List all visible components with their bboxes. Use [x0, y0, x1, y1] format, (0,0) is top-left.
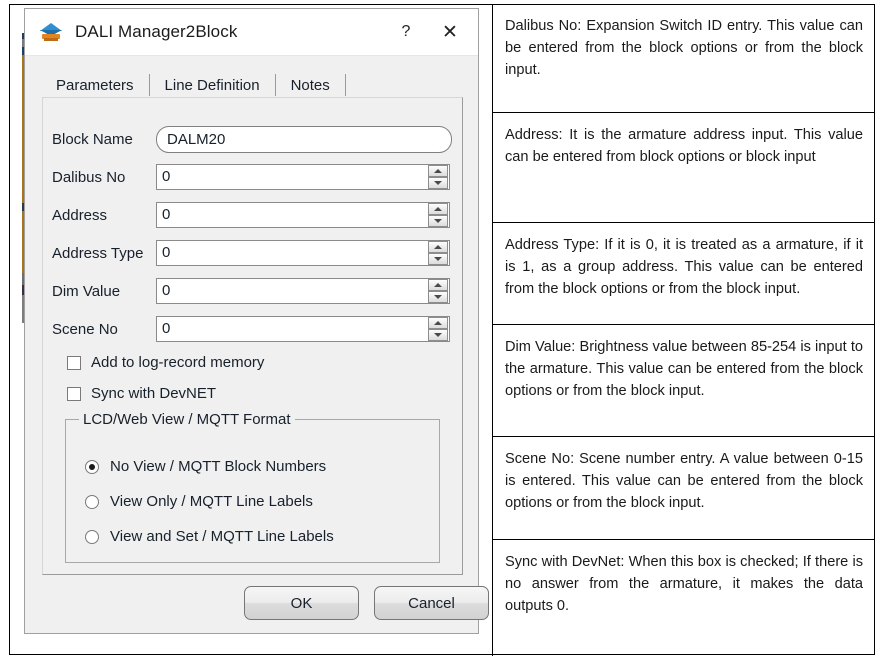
scene-no-value: 0 — [162, 320, 171, 337]
checkbox-sync-with-devnet[interactable] — [67, 386, 81, 401]
tab-notes[interactable]: Notes — [277, 75, 344, 97]
radio-view-only-mqtt-line-labels[interactable] — [85, 494, 99, 509]
checkbox-label-sync-devnet: Sync with DevNET — [91, 385, 217, 402]
block-cube-icon — [39, 21, 63, 43]
tab-line-definition[interactable]: Line Definition — [151, 75, 274, 97]
radio-label-view-and-set: View and Set / MQTT Line Labels — [110, 528, 334, 545]
radio-label-view-only: View Only / MQTT Line Labels — [110, 493, 313, 510]
stepper-down-icon[interactable] — [428, 177, 448, 189]
doc-cell-sync-devnet: Sync with DevNet: When this box is check… — [505, 554, 863, 615]
dalibus-no-value: 0 — [162, 168, 171, 185]
stepper-down-icon[interactable] — [428, 215, 448, 227]
radio-label-no-view: No View / MQTT Block Numbers — [110, 458, 327, 475]
doc-cell-dim-value: Dim Value: Brightness value between 85-2… — [493, 325, 875, 437]
stepper-down-icon[interactable] — [428, 291, 448, 303]
ok-button[interactable]: OK — [244, 586, 359, 620]
address-type-value: 0 — [162, 244, 171, 261]
checkbox-label-log-record: Add to log-record memory — [91, 354, 265, 371]
dim-value-stepper[interactable]: 0 — [156, 278, 450, 304]
field-row-address-type: Address Type 0 — [52, 234, 477, 272]
dim-value-stepper-buttons[interactable] — [428, 279, 448, 303]
radio-view-and-set-mqtt-line-labels[interactable] — [85, 529, 99, 544]
radio-row-no-view[interactable]: No View / MQTT Block Numbers — [85, 449, 425, 484]
field-row-address: Address 0 — [52, 196, 477, 234]
radio-no-view-mqtt-block-numbers[interactable] — [85, 459, 99, 474]
doc-cell-address: Address: It is the armature address inpu… — [493, 113, 875, 223]
address-stepper[interactable]: 0 — [156, 202, 450, 228]
doc-cell-dalibus-no: Dalibus No: Expansion Switch ID entry. T… — [493, 4, 875, 113]
dalibus-no-label: Dalibus No — [52, 168, 126, 186]
tab-separator — [148, 74, 150, 96]
dali-manager2block-dialog: DALI Manager2Block ? ✕ Parameters Line D… — [24, 8, 489, 634]
doc-cell-scene-no: Scene No: Scene number entry. A value be… — [493, 437, 875, 540]
stepper-down-icon[interactable] — [428, 253, 448, 265]
documentation-panel: Dalibus No: Expansion Switch ID entry. T… — [493, 4, 875, 655]
block-name-input[interactable]: DALM20 — [156, 125, 452, 153]
field-row-scene-no: Scene No 0 — [52, 310, 477, 348]
radio-row-view-only[interactable]: View Only / MQTT Line Labels — [85, 484, 425, 519]
close-icon[interactable]: ✕ — [428, 17, 472, 47]
dim-value-label: Dim Value — [52, 282, 121, 300]
scene-no-stepper[interactable]: 0 — [156, 316, 450, 342]
dialog-titlebar: DALI Manager2Block ? ✕ — [25, 9, 478, 56]
dialog-title: DALI Manager2Block — [75, 22, 238, 41]
tab-separator — [344, 74, 346, 96]
field-row-dalibus-no: Dalibus No 0 — [52, 158, 477, 196]
tab-separator — [274, 74, 276, 96]
view-format-radio-group: No View / MQTT Block Numbers View Only /… — [85, 449, 425, 554]
stepper-down-icon[interactable] — [428, 329, 448, 341]
stepper-up-icon[interactable] — [428, 279, 448, 291]
parameters-form: Block Name DALM20 Dalibus No 0 Address 0… — [52, 120, 477, 348]
address-type-stepper-buttons[interactable] — [428, 241, 448, 265]
radio-row-view-and-set[interactable]: View and Set / MQTT Line Labels — [85, 519, 425, 554]
checkbox-row-log-record[interactable]: Add to log-record memory — [67, 347, 447, 378]
block-name-label: Block Name — [52, 130, 133, 148]
dim-value-value: 0 — [162, 282, 171, 299]
address-type-label: Address Type — [52, 244, 144, 262]
stepper-up-icon[interactable] — [428, 203, 448, 215]
address-type-stepper[interactable]: 0 — [156, 240, 450, 266]
scene-no-stepper-buttons[interactable] — [428, 317, 448, 341]
scene-no-label: Scene No — [52, 320, 118, 338]
field-row-block-name: Block Name DALM20 — [52, 120, 477, 158]
stepper-up-icon[interactable] — [428, 317, 448, 329]
dalibus-no-stepper[interactable]: 0 — [156, 164, 450, 190]
stepper-up-icon[interactable] — [428, 241, 448, 253]
address-value: 0 — [162, 206, 171, 223]
checkbox-row-sync-devnet[interactable]: Sync with DevNET — [67, 378, 447, 409]
address-label: Address — [52, 206, 108, 224]
groupbox-legend: LCD/Web View / MQTT Format — [79, 411, 295, 428]
dialog-button-bar: OK Cancel — [244, 586, 489, 620]
stepper-up-icon[interactable] — [428, 165, 448, 177]
tab-parameters[interactable]: Parameters — [42, 75, 148, 97]
doc-cell-address-type: Address Type: If it is 0, it is treated … — [493, 223, 875, 325]
checkbox-add-to-log-record-memory[interactable] — [67, 355, 81, 370]
help-button[interactable]: ? — [384, 17, 428, 47]
cancel-button[interactable]: Cancel — [374, 586, 489, 620]
address-stepper-buttons[interactable] — [428, 203, 448, 227]
tabstrip: Parameters Line Definition Notes — [42, 71, 462, 97]
dalibus-no-stepper-buttons[interactable] — [428, 165, 448, 189]
field-row-dim-value: Dim Value 0 — [52, 272, 477, 310]
checkbox-group: Add to log-record memory Sync with DevNE… — [67, 347, 447, 409]
screenshot-root: DALI Manager2Block ? ✕ Parameters Line D… — [0, 0, 885, 663]
